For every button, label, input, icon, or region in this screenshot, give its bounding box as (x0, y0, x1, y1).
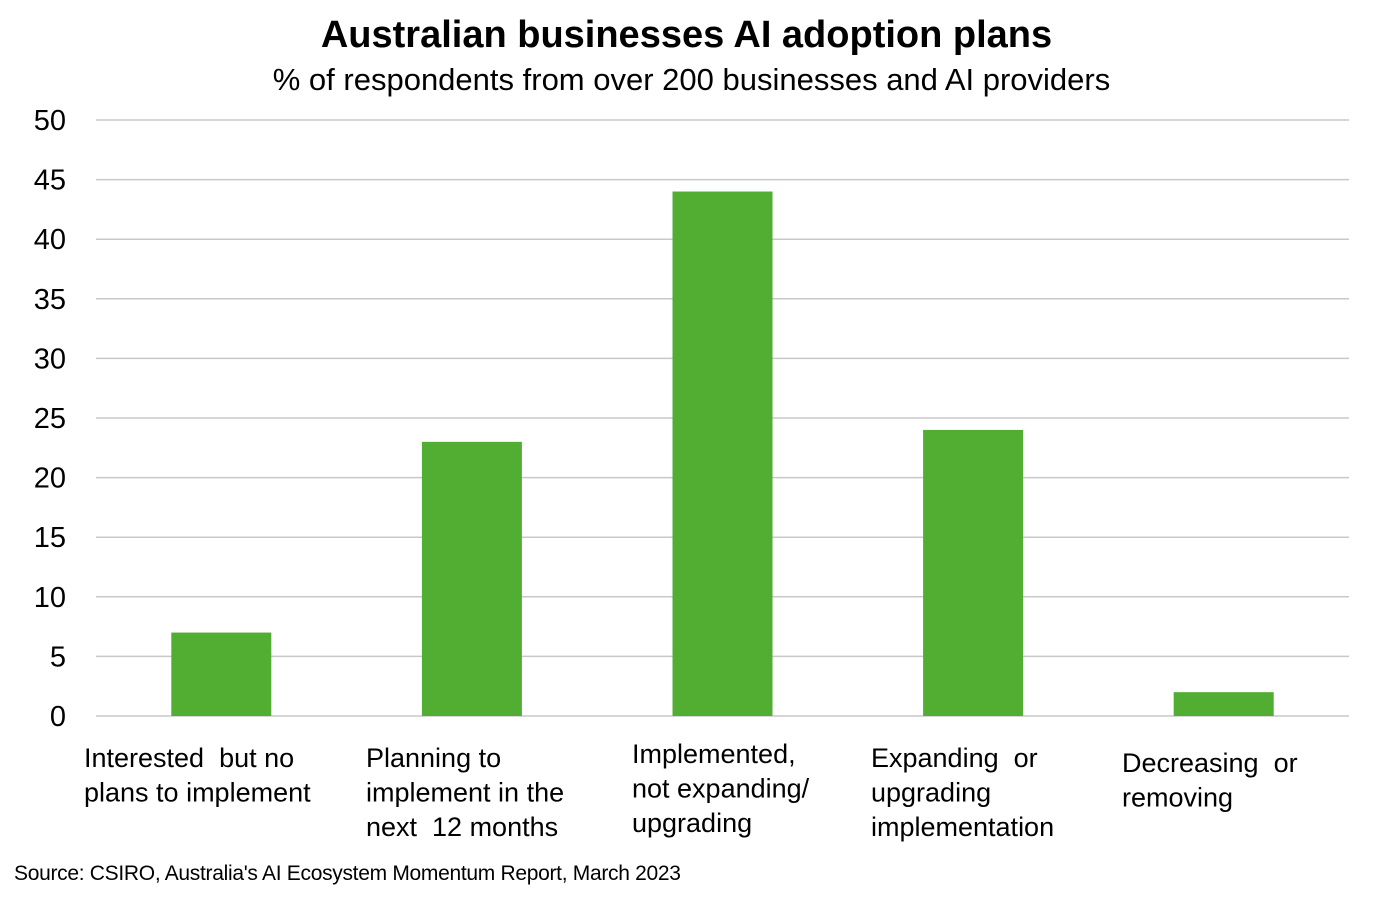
bar (171, 632, 272, 716)
y-tick-label: 5 (50, 641, 66, 673)
y-tick-label: 15 (34, 522, 66, 554)
bar (1173, 692, 1274, 716)
bar (923, 429, 1024, 716)
y-tick-label: 40 (34, 224, 66, 256)
y-tick-label: 30 (34, 343, 66, 375)
y-tick-label: 50 (34, 105, 66, 137)
bar (421, 441, 522, 716)
y-tick-label: 25 (34, 403, 66, 435)
y-tick-label: 0 (50, 701, 66, 733)
y-tick-label: 45 (34, 165, 66, 197)
x-tick-label: Planning to implement in the next 12 month… (366, 743, 564, 842)
source-note: Source: CSIRO, Australia's AI Ecosystem … (14, 862, 681, 885)
y-tick-label: 20 (34, 463, 66, 495)
x-tick-label: Expanding or upgrading implementation (871, 743, 1054, 842)
x-tick-label: Decreasing or removing (1122, 748, 1298, 813)
x-tick-label: Interested but no plans to implement (84, 743, 311, 808)
bar-chart: 0 5 10 15 20 25 30 35 40 45 50 Interested but no pla… (34, 105, 1349, 842)
y-tick-label: 10 (34, 582, 66, 614)
x-tick-label: Implemented, not expanding/upgrading (632, 739, 810, 838)
bar (672, 191, 773, 716)
y-tick-label: 35 (34, 284, 66, 316)
